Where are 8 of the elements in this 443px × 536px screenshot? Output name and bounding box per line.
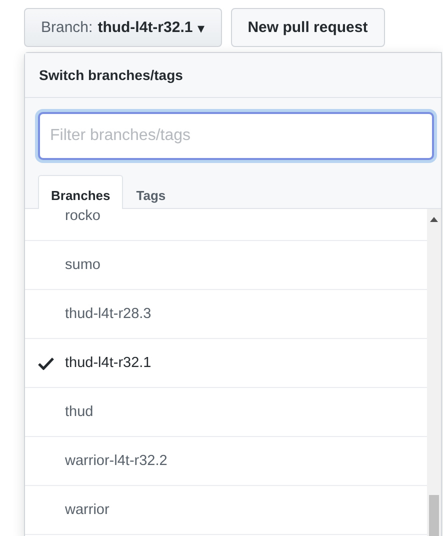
branch-item[interactable]: rocko xyxy=(25,209,427,241)
dropdown-title: Switch branches/tags xyxy=(25,53,441,98)
branch-select-button[interactable]: Branch: thud-l4t-r32.1 ▾ xyxy=(24,8,222,47)
tab[interactable]: Tags xyxy=(123,175,179,209)
filter-field[interactable]: Filter branches/tags xyxy=(38,112,434,160)
branch-item[interactable]: thud-l4t-r32.1 xyxy=(25,339,427,388)
new-pull-request-button[interactable]: New pull request xyxy=(230,8,385,47)
tab[interactable]: Branches xyxy=(38,175,124,209)
